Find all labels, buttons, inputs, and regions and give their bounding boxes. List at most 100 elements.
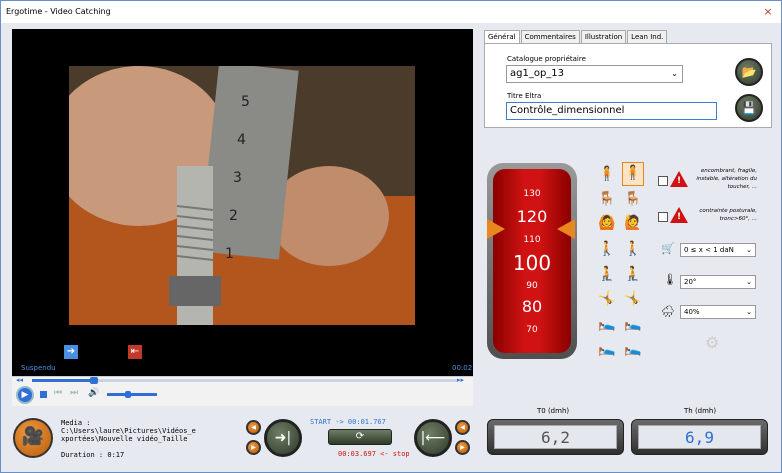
play-button[interactable]: ▶ [16,386,34,404]
gauge-tick: 80 [521,297,543,316]
stop-back-button[interactable]: ◀ [455,420,470,435]
posture-arms-raised-icon[interactable]: 🙋 [624,213,642,233]
start-time: START -> 00:01.767 [310,418,386,426]
close-button[interactable]: × [759,5,777,19]
weight-select[interactable]: 0 ≤ x < 1 daN ⌄ [680,243,756,257]
th-value: 6,9 [638,425,761,449]
titre-input[interactable]: Contrôle_dimensionnel [506,102,717,120]
seek-bar[interactable] [32,377,457,384]
settings-gear-icon[interactable]: ⚙ [705,333,719,352]
humidity-select[interactable]: 40% ⌄ [680,305,756,319]
gauge-face: 130 120 110 100 90 80 70 [493,169,571,353]
catalogue-value: ag1_op_13 [510,68,565,79]
posture-kneel-icon[interactable]: 🧎 [598,264,616,284]
gauge-tick: 130 [523,189,541,199]
refresh-button[interactable]: ⟳ [328,429,392,445]
open-folder-button[interactable]: 📂 [735,58,763,86]
general-panel: Catalogue propriétaire ag1_op_13 ⌄ Titre… [484,43,772,128]
posture-standing-icon[interactable]: 🧍 [598,164,616,184]
weight-value: 0 ≤ x < 1 daN [684,246,734,254]
posture-sitting-arms-icon[interactable]: 🪑 [624,189,642,209]
ruler-mark: 2 [229,208,238,224]
th-label: Th (dmh) [684,407,717,415]
cadence-gauge: 130 120 110 100 90 80 70 [487,163,577,359]
rewind-icon: ◀ [460,424,465,431]
start-back-button[interactable]: ◀ [246,420,261,435]
gauge-right-arrow-icon[interactable] [557,219,575,239]
posture-arms-up-icon[interactable]: 🙆 [598,213,616,233]
t0-display: 6,2 [487,419,624,455]
humidity-value: 40% [684,308,700,316]
posture-crawl-arms-icon[interactable]: 🤸 [624,289,642,309]
forward-icon: ▶ [460,444,465,451]
tab-lean[interactable]: Lean Ind. [627,30,668,43]
posture-warning-text: contrainte posturale, tronc>60°, ... [699,208,757,222]
volume-icon[interactable]: 🔊 [88,388,99,398]
mark-stop-button[interactable]: ⇤ [128,345,142,359]
arrow-right-bar-icon: ➜| [274,430,292,446]
volume-slider[interactable] [107,391,157,398]
posture-kneel-arms-icon[interactable]: 🧎 [624,264,642,284]
media-label: Media : [61,419,91,427]
catalogue-label: Catalogue propriétaire [507,55,586,63]
seek-thumb[interactable] [90,377,98,384]
temperature-value: 20° [684,278,697,286]
seek-back-icon[interactable]: ◂◂ [16,376,23,384]
chevron-down-icon: ⌄ [746,246,752,254]
seek-forward-icon[interactable]: ▸▸ [457,376,464,384]
window-title: Ergotime - Video Catching [6,7,111,16]
humidity-icon: 🌧 [661,305,675,318]
stop-button[interactable] [40,391,47,398]
posture-lying-icon[interactable]: 🛌 [598,314,616,334]
arrow-left-bar-icon: |⟵ [420,430,446,446]
save-icon: 💾 [741,101,757,115]
set-start-button[interactable]: ➜| [264,419,302,457]
temperature-select[interactable]: 20° ⌄ [680,275,756,289]
previous-icon[interactable]: ⏮ [54,388,62,398]
posture-lying-arms-icon[interactable]: 🛌 [624,314,642,334]
media-duration: Duration : 0:17 [61,451,125,459]
tab-general[interactable]: Général [484,30,520,44]
gauge-tick: 90 [526,281,538,291]
handling-checkbox[interactable] [658,176,668,186]
stop-forward-button[interactable]: ▶ [455,440,470,455]
tab-commentaires[interactable]: Commentaires [520,30,580,43]
camera-button[interactable]: 🎥 [13,418,53,458]
start-forward-button[interactable]: ▶ [246,440,261,455]
weight-icon: 🛒 [661,242,675,255]
posture-bent-icon[interactable]: 🚶 [598,239,616,259]
volume-thumb[interactable] [125,391,131,398]
warning-mark: ! [677,212,682,222]
posture-checkbox[interactable] [658,212,668,222]
chevron-down-icon: ⌄ [671,69,678,78]
gauge-tick: 70 [526,325,538,335]
th-display: 6,9 [631,419,768,455]
mark-start-button[interactable]: ➔ [64,345,78,359]
video-player[interactable]: 5 4 3 2 1 ➔ ⇤ Suspendu 00:02 [12,29,473,376]
next-icon[interactable]: ⏭ [70,388,78,398]
save-button[interactable]: 💾 [735,94,763,122]
set-stop-button[interactable]: |⟵ [414,419,452,457]
posture-sitting-icon[interactable]: 🪑 [598,189,616,209]
posture-bent-arms-icon[interactable]: 🚶 [624,239,642,259]
video-frame-image: 5 4 3 2 1 [69,66,415,325]
posture-lying-back-icon[interactable]: 🛌 [598,339,616,359]
gauge-left-arrow-icon[interactable] [487,219,505,239]
catalogue-select[interactable]: ag1_op_13 ⌄ [506,65,683,83]
posture-standing-arms-icon[interactable]: 🧍 [622,162,644,186]
rewind-icon: ◀ [251,424,256,431]
gauge-tick: 100 [512,251,552,275]
posture-crawl-icon[interactable]: 🤸 [598,289,616,309]
forward-icon: ▶ [251,444,256,451]
media-controls: ◂◂ ▸▸ ▶ ⏮ ⏭ 🔊 [12,376,473,406]
tab-illustration[interactable]: Illustration [580,30,627,43]
stop-time: 00:03.697 <- stop [338,450,410,458]
app-window: Ergotime - Video Catching × 5 4 3 2 1 ➔ … [0,0,782,473]
media-path-line1: C:\Users\laure\Pictures\Vidéos_e [61,427,196,435]
t0-value: 6,2 [494,425,617,449]
posture-lying-back-arms-icon[interactable]: 🛌 [624,339,642,359]
folder-icon: 📂 [741,65,757,79]
t0-label: T0 (dmh) [537,407,570,415]
chevron-down-icon: ⌄ [746,278,752,286]
ruler-mark: 5 [241,94,250,110]
